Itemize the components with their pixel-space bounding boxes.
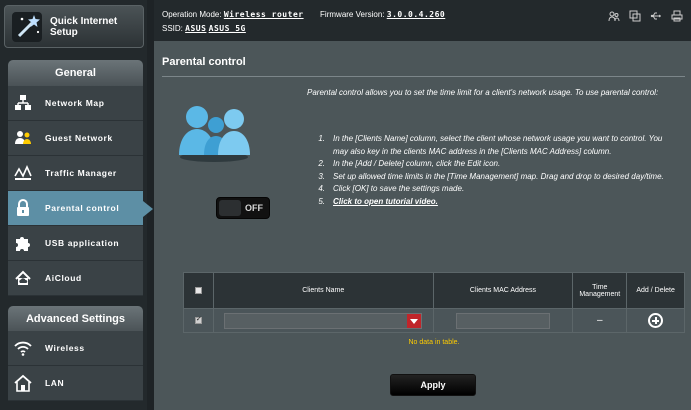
sidebar-item-label: Traffic Manager [45,168,117,178]
general-menu: Network Map Guest Network Traffic Manage… [8,86,153,296]
sidebar-item-label: LAN [45,378,65,388]
operation-mode-line: Operation Mode: Wireless router Firmware… [162,10,445,19]
status-icons [608,9,683,22]
home-icon [14,374,32,392]
sidebar-item-guest-network[interactable]: Guest Network [8,121,143,156]
quick-internet-setup-button[interactable]: Quick Internet Setup [4,5,144,48]
apply-button[interactable]: Apply [390,374,476,396]
sidebar-item-lan[interactable]: LAN [8,366,143,401]
sidebar-item-usb-application[interactable]: USB application [8,226,143,261]
sidebar-item-label: Network Map [45,98,105,108]
time-management-value: – [597,315,603,326]
top-status-bar: Operation Mode: Wireless router Firmware… [154,0,691,41]
usb-icon[interactable] [650,9,662,21]
parental-control-toggle[interactable]: OFF [216,197,270,219]
add-icon[interactable] [648,313,664,328]
mac-cell [432,308,574,333]
step-item: 3. Set up allowed time limits in the [Ti… [318,171,664,181]
sidebar-item-parental-control[interactable]: Parental control [8,191,153,226]
copy-icon[interactable] [629,9,641,22]
sidebar-item-label: AiCloud [45,273,82,283]
time-management-cell: – [572,308,628,333]
add-cell [626,308,685,333]
description-text: Parental control allows you to set the t… [307,88,659,97]
client-list-table: Clients Name Clients MAC Address Time Ma… [183,272,685,353]
sidebar-item-label: USB application [45,238,120,248]
title-divider [162,76,685,77]
network-map-icon [14,94,32,112]
row-checkbox[interactable] [194,315,202,324]
advanced-menu: Wireless LAN [8,331,143,401]
sidebar-item-label: Parental control [45,203,120,213]
printer-icon[interactable] [671,9,683,22]
empty-table-row: No data in table. [184,333,685,353]
toggle-state-label: OFF [245,203,263,213]
time-management-header: Time Management [572,272,628,309]
sidebar-item-network-map[interactable]: Network Map [8,86,143,121]
clients-name-header: Clients Name [212,272,434,309]
table-input-row: – [183,308,685,333]
puzzle-icon [14,234,32,252]
toggle-knob [219,200,241,216]
tutorial-video-link[interactable]: Click to open tutorial video. [333,197,438,206]
ssid-label: SSID: [162,24,183,33]
client-name-cell [212,308,434,333]
users-icon[interactable] [608,9,620,22]
sidebar-item-wireless[interactable]: Wireless [8,331,143,366]
sidebar-item-aicloud[interactable]: AiCloud [8,261,143,296]
wand-icon [10,10,44,44]
main-panel: Parental control OFF Parental control al… [154,41,691,410]
firmware-version-link[interactable]: 3.0.0.4.260 [387,10,445,19]
client-name-combobox[interactable] [224,312,423,329]
step-item: 2. In the [Add / Delete] column, click t… [318,159,501,168]
empty-table-message: No data in table. [408,339,460,347]
table-header-row: Clients Name Clients MAC Address Time Ma… [183,272,685,309]
step-item: 4. Click [OK] to save the settings made. [318,184,465,193]
step-item: 1. In the [Clients Name] column, select … [318,134,663,156]
sidebar: Quick Internet Setup General Network Map… [0,0,153,410]
select-all-cell [183,272,214,309]
mac-address-input[interactable] [456,312,550,329]
quick-internet-setup-label: Quick Internet Setup [50,15,118,38]
traffic-manager-icon [14,164,32,182]
sidebar-item-label: Guest Network [45,133,113,143]
instruction-steps: 1. In the [Clients Name] column, select … [307,133,679,208]
ssid-24g-link[interactable]: ASUS [185,24,206,33]
family-icon [174,103,254,163]
firmware-label: Firmware Version: [320,10,385,19]
row-checkbox-cell [183,308,214,333]
add-delete-header: Add / Delete [626,272,685,309]
mac-address-header: Clients MAC Address [432,272,574,309]
sidebar-item-label: Wireless [45,343,85,353]
lock-icon [14,199,32,217]
select-all-checkbox[interactable] [194,286,202,294]
ssid-5g-link[interactable]: ASUS_5G [209,24,246,33]
general-header: General [8,60,143,86]
operation-mode-label: Operation Mode: [162,10,222,19]
cloud-home-icon [14,269,32,287]
sidebar-item-traffic-manager[interactable]: Traffic Manager [8,156,143,191]
step-item: 5. Click to open tutorial video. [318,196,438,206]
guest-network-icon [14,129,32,147]
wifi-icon [14,339,32,357]
chevron-down-icon[interactable] [407,313,422,328]
operation-mode-link[interactable]: Wireless router [224,10,304,19]
advanced-settings-header: Advanced Settings [8,306,143,332]
page-title: Parental control [162,56,246,68]
ssid-line: SSID: ASUS ASUS_5G [162,24,246,33]
